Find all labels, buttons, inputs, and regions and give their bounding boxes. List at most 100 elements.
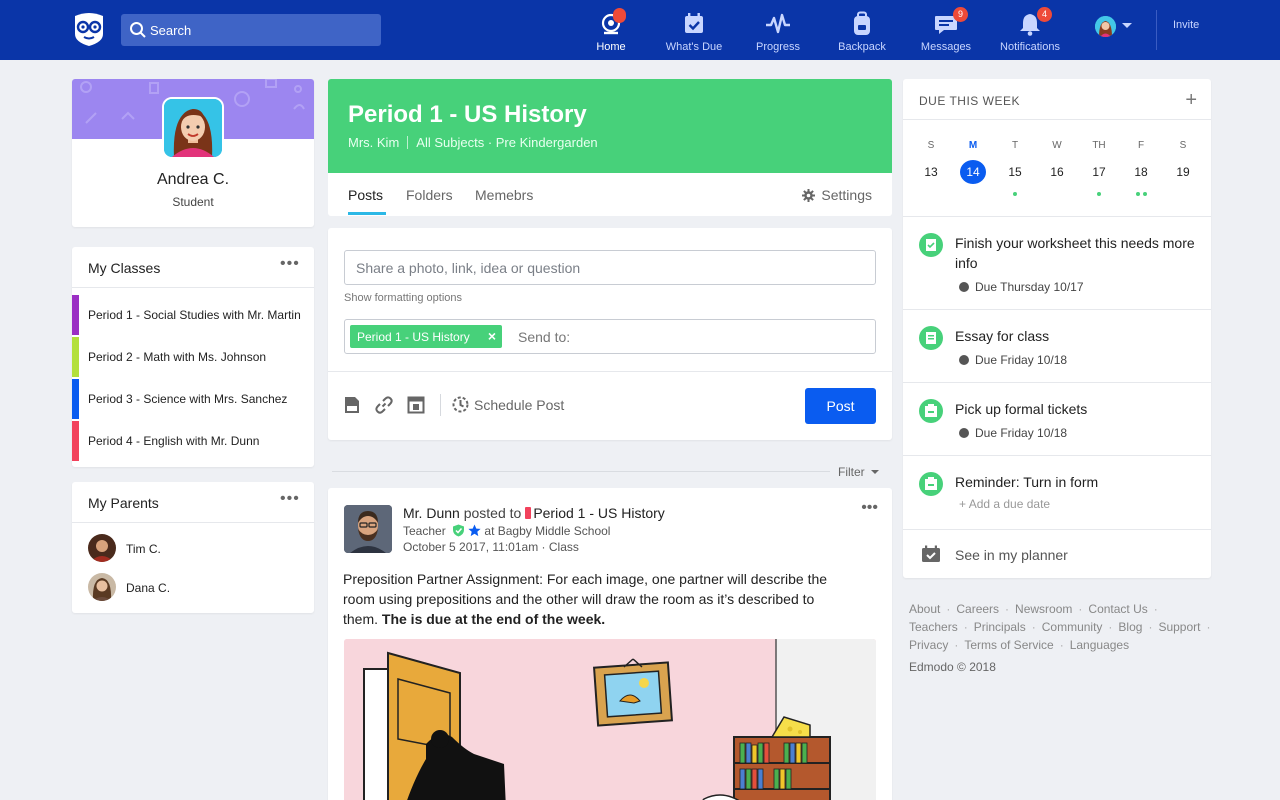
my-parents-title: My Parents [88, 495, 159, 511]
parent-item[interactable]: Tim C. [88, 534, 298, 564]
search-input[interactable] [150, 14, 375, 46]
footer-link[interactable]: Support [1158, 620, 1200, 634]
parent-item[interactable]: Dana C. [88, 573, 298, 603]
user-avatar[interactable] [1095, 16, 1116, 37]
pulse-icon [766, 13, 790, 34]
divider [72, 287, 314, 288]
composer-input[interactable] [345, 251, 875, 284]
my-parents-card: My Parents ••• Tim C. Dana C. [72, 482, 314, 613]
post-author[interactable]: Mr. Dunn [403, 505, 460, 521]
divider [407, 136, 409, 149]
remove-chip-close-icon[interactable]: × [488, 328, 496, 344]
profile-avatar[interactable] [162, 97, 224, 159]
nav-home-label: Home [596, 41, 626, 53]
due-this-week-card: DUE THIS WEEK + S M T W TH F S 13 14 15 … [903, 79, 1211, 578]
schedule-post-button[interactable]: Schedule Post [452, 396, 564, 413]
author-avatar[interactable] [344, 505, 392, 553]
calendar-day[interactable]: 19 [1168, 165, 1198, 179]
tab-folders[interactable]: Folders [406, 187, 453, 203]
nav-backpack[interactable]: Backpack [820, 0, 904, 60]
footer-link[interactable]: Principals [974, 620, 1026, 634]
post-attachment-image[interactable] [344, 639, 876, 800]
nav-progress[interactable]: Progress [736, 0, 820, 60]
nav-messages[interactable]: 9 Messages [904, 0, 988, 60]
post-group-link[interactable]: Period 1 - US History [533, 505, 664, 521]
class-item[interactable]: Period 4 - English with Mr. Dunn [72, 421, 314, 461]
footer-link[interactable]: Privacy [909, 638, 948, 652]
calendar-day[interactable]: 16 [1042, 165, 1072, 179]
group-header: Period 1 - US History Mrs. Kim All Subjec… [328, 79, 892, 216]
group-teacher[interactable]: Mrs. Kim [348, 135, 399, 150]
composer-input-wrapper[interactable] [344, 250, 876, 285]
footer-link[interactable]: Community [1042, 620, 1103, 634]
profile-role: Student [172, 195, 214, 209]
add-due-date-link[interactable]: + Add a due date [959, 497, 1050, 511]
calendar-day[interactable]: 13 [916, 165, 946, 179]
profile-name[interactable]: Andrea C. [72, 171, 314, 189]
post-timestamp[interactable]: October 5 2017, 11:01am · Class [403, 540, 579, 554]
copyright: Edmodo © 2018 [909, 660, 996, 674]
edmodo-logo-icon[interactable] [72, 12, 106, 48]
divider [903, 119, 1211, 120]
class-item[interactable]: Period 3 - Science with Mrs. Sanchez [72, 379, 314, 419]
add-plus-icon[interactable]: + [1185, 89, 1197, 112]
footer-link[interactable]: Blog [1118, 620, 1142, 634]
footer-link[interactable]: Newsroom [1015, 602, 1072, 616]
divider [903, 529, 1211, 530]
parents-more-icon[interactable]: ••• [280, 491, 300, 509]
footer-link[interactable]: About [909, 602, 940, 616]
nav-notifications[interactable]: 4 Notifications [988, 0, 1072, 60]
group-banner: Period 1 - US History Mrs. Kim All Subjec… [328, 79, 892, 173]
calendar-day[interactable]: 17 [1084, 165, 1114, 179]
weekday-label: T [1011, 140, 1019, 151]
class-item[interactable]: Period 2 - Math with Ms. Johnson [72, 337, 314, 377]
profile-card: Andrea C. Student [72, 79, 314, 227]
class-item[interactable]: Period 1 - Social Studies with Mr. Marti… [72, 295, 314, 335]
library-icon[interactable] [407, 396, 425, 414]
footer-link[interactable]: Teachers [909, 620, 958, 634]
footer-link[interactable]: Contact Us [1088, 602, 1147, 616]
group-title: Period 1 - US History [348, 101, 587, 128]
group-settings-button[interactable]: Settings [802, 187, 872, 203]
star-icon [468, 524, 481, 537]
see-in-planner-link[interactable]: See in my planner [955, 547, 1068, 563]
post-more-icon[interactable]: ••• [861, 500, 878, 516]
calendar-check-icon [685, 13, 703, 33]
footer-link[interactable]: Terms of Service [964, 638, 1053, 652]
due-item-title: Finish your worksheet this needs more in… [955, 235, 1195, 271]
attach-file-icon[interactable] [343, 396, 361, 414]
tab-members[interactable]: Memebrs [475, 187, 533, 203]
classes-more-icon[interactable]: ••• [280, 256, 300, 274]
invite-link[interactable]: Invite [1173, 19, 1199, 31]
post-button[interactable]: Post [805, 388, 876, 424]
post-body-bold: The is due at the end of the week. [381, 611, 606, 627]
plus-icon: + [959, 497, 969, 511]
weekday-label: TH [1092, 140, 1106, 151]
search-box[interactable] [121, 14, 381, 46]
calendar-day[interactable]: 18 [1126, 165, 1156, 179]
due-date-text: Due Friday 10/18 [975, 353, 1068, 367]
weekday-label: S [927, 140, 935, 151]
nav-home[interactable]: Home [569, 0, 653, 60]
calendar-day[interactable]: 15 [1000, 165, 1030, 179]
due-item[interactable]: Essay for class Due Friday 10/18 [903, 309, 1211, 382]
filter-dropdown[interactable]: Filter [838, 465, 879, 479]
class-label: Period 1 - Social Studies with Mr. Marti… [88, 308, 301, 322]
planner-calendar-icon [922, 545, 940, 562]
footer-link[interactable]: Languages [1070, 638, 1129, 652]
nav-whats-due[interactable]: What's Due [652, 0, 736, 60]
due-item[interactable]: Pick up formal tickets Due Friday 10/18 [903, 382, 1211, 455]
chevron-down-icon [870, 470, 879, 474]
due-item[interactable]: Finish your worksheet this needs more in… [903, 216, 1211, 309]
footer-links: About · Careers · Newsroom · Contact Us · Teach… [909, 602, 1211, 652]
class-color-bar [72, 421, 79, 461]
link-icon[interactable] [375, 396, 393, 414]
due-item[interactable]: Reminder: Turn in form + Add a due date [903, 455, 1211, 529]
calendar-day[interactable]: 14 [958, 165, 988, 179]
my-classes-card: My Classes ••• Period 1 - Social Studies… [72, 247, 314, 467]
tab-posts[interactable]: Posts [348, 187, 383, 203]
footer-link[interactable]: Careers [956, 602, 999, 616]
show-formatting-options-link[interactable]: Show formatting options [344, 292, 462, 304]
send-to-field[interactable]: Period 1 - US History × Send to: [344, 319, 876, 354]
account-menu-chevron-down-icon[interactable] [1122, 23, 1132, 28]
